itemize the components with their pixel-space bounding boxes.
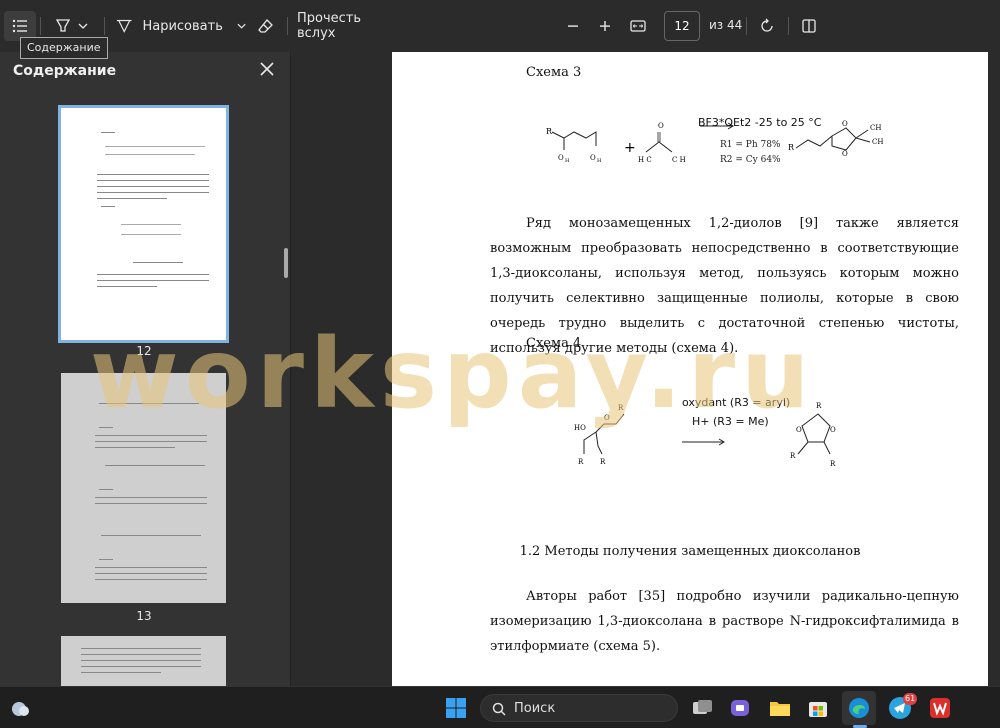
wps-office-icon[interactable]: [928, 696, 952, 720]
scheme-4-condition: H+ (R3 = Me): [692, 415, 769, 428]
thumbnail-label: 12: [136, 344, 152, 358]
file-explorer-icon[interactable]: [768, 696, 792, 720]
toolbar: Нарисовать Прочесть вслух 12 из 44: [0, 0, 1000, 52]
toolbar-separator: [788, 17, 789, 35]
svg-text:C H: C H: [672, 156, 686, 164]
document-viewport[interactable]: Схема 3 R O H O H + O H C C H R O O CH C…: [291, 52, 1000, 686]
scheme-4-condition: oxydant (R3 = aryl): [682, 396, 791, 409]
telegram-icon[interactable]: 61: [888, 693, 918, 720]
svg-text:R: R: [816, 402, 822, 410]
taskbar: Поиск 61: [0, 686, 1000, 728]
task-view-icon[interactable]: [690, 696, 714, 720]
svg-text:+: +: [624, 140, 636, 156]
document-page: Схема 3 R O H O H + O H C C H R O O CH C…: [392, 52, 988, 686]
search-icon: [492, 702, 506, 716]
zoom-in-button[interactable]: [594, 11, 616, 41]
taskbar-search[interactable]: Поиск: [480, 694, 678, 722]
svg-text:O: O: [604, 414, 610, 422]
thumbnail-label: 13: [136, 609, 152, 623]
sidebar: Содержание 12 13: [0, 52, 291, 686]
svg-text:O: O: [558, 154, 564, 162]
scheme-3-title: Схема 3: [526, 65, 582, 80]
search-label: Поиск: [514, 701, 556, 716]
thumbnail-page-13[interactable]: [61, 373, 226, 603]
toolbar-separator: [104, 17, 105, 35]
two-page-icon: [802, 19, 816, 33]
eraser-icon: [258, 19, 273, 33]
fit-width-icon: [630, 20, 646, 32]
svg-text:O: O: [796, 426, 802, 434]
svg-text:H: H: [565, 158, 570, 164]
svg-text:HO: HO: [574, 424, 586, 432]
svg-text:CH: CH: [872, 138, 883, 146]
rotate-icon: [761, 18, 773, 32]
rotate-button[interactable]: [756, 11, 778, 41]
weather-icon[interactable]: [8, 697, 32, 719]
notification-badge: 61: [903, 693, 918, 705]
chevron-down-icon: [237, 23, 246, 29]
page-total-label: из 44: [709, 18, 743, 32]
chevron-down-icon: [78, 23, 88, 29]
plus-icon: [600, 21, 610, 31]
tooltip: Содержание: [20, 37, 108, 59]
paragraph: Ряд монозамещенных 1,2-диолов [9] также …: [490, 216, 959, 356]
svg-text:O: O: [830, 426, 836, 434]
page-view-button[interactable]: [798, 11, 820, 41]
read-aloud-label: Прочесть вслух: [297, 11, 362, 41]
draw-label: Нарисовать: [142, 18, 223, 34]
scheme-3-yield: R2 = Cy 64%: [720, 155, 781, 165]
page-number-input[interactable]: 12: [664, 11, 700, 41]
pen-icon: [116, 19, 132, 33]
zoom-out-button[interactable]: [562, 11, 584, 41]
svg-text:R: R: [578, 458, 584, 466]
svg-text:CH: CH: [870, 124, 881, 132]
toolbar-separator: [287, 17, 288, 35]
draw-button[interactable]: Нарисовать: [116, 11, 246, 41]
svg-text:H: H: [597, 158, 602, 164]
toolbar-separator: [746, 17, 747, 35]
scheme-3-yield: R1 = Ph 78%: [720, 140, 781, 150]
svg-text:O: O: [842, 120, 848, 128]
store-icon[interactable]: [806, 696, 830, 720]
svg-text:R: R: [788, 143, 795, 152]
paragraph: Авторы работ [35] подробно изучили радик…: [490, 589, 959, 654]
thumbnail-page-12[interactable]: [58, 105, 229, 343]
svg-text:R: R: [546, 127, 553, 136]
highlighter-icon: [55, 19, 71, 32]
svg-text:O: O: [590, 154, 596, 162]
section-heading: 1.2 Методы получения замещенных диоксола…: [519, 544, 861, 559]
svg-text:R: R: [600, 458, 606, 466]
thumbnail-page-14[interactable]: [61, 636, 226, 686]
edge-icon[interactable]: [847, 696, 871, 720]
svg-text:R: R: [790, 452, 796, 460]
minus-icon: [568, 25, 578, 27]
sidebar-title: Содержание: [13, 63, 117, 79]
list-icon: [12, 19, 27, 33]
close-icon[interactable]: [258, 60, 276, 78]
svg-text:O: O: [842, 150, 848, 158]
sidebar-scrollbar[interactable]: [284, 248, 288, 278]
pdf-reader-window: Нарисовать Прочесть вслух 12 из 44 Содер…: [0, 0, 1000, 728]
svg-text:R: R: [618, 404, 624, 412]
eraser-button[interactable]: [254, 11, 278, 41]
windows-start-icon[interactable]: [444, 696, 468, 720]
svg-text:R: R: [830, 460, 836, 468]
toolbar-separator: [40, 17, 41, 35]
scheme-4-title: Схема 4: [526, 336, 582, 351]
svg-text:H C: H C: [638, 156, 652, 164]
scheme-3-condition: BF3*OEt2 -25 to 25 °C: [698, 116, 822, 129]
read-aloud-button[interactable]: Прочесть вслух: [297, 11, 397, 41]
svg-text:O: O: [658, 122, 664, 130]
teams-icon[interactable]: [728, 696, 752, 720]
fit-page-button[interactable]: [627, 11, 649, 41]
